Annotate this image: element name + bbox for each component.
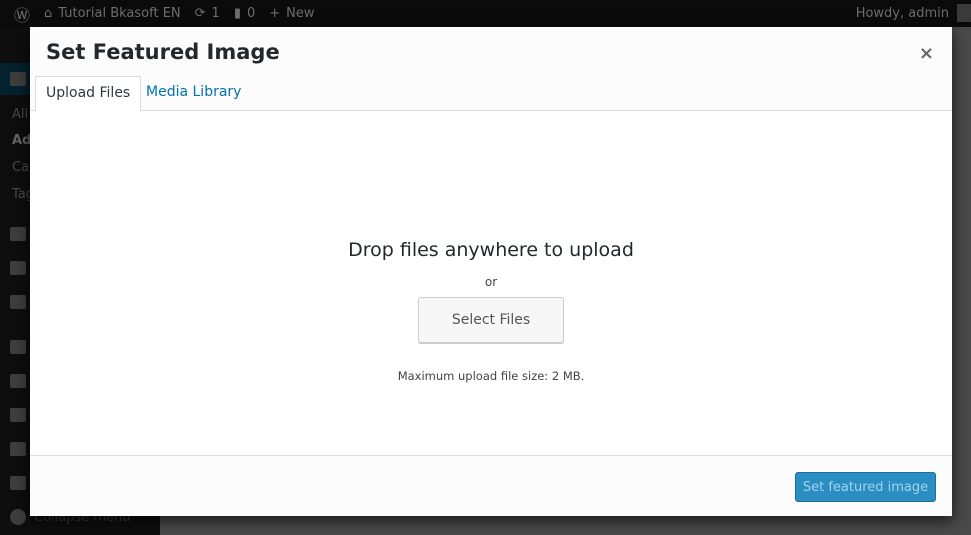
- max-upload-size: Maximum upload file size: 2 MB.: [397, 369, 585, 383]
- drop-instructions: Drop files anywhere to upload: [348, 239, 634, 261]
- tab-upload-files[interactable]: Upload Files: [35, 76, 142, 112]
- howdy-link[interactable]: Howdy, admin: [856, 6, 949, 21]
- page-content-background: [952, 27, 971, 535]
- avatar[interactable]: [957, 4, 971, 22]
- plugins-icon[interactable]: [10, 374, 26, 388]
- featured-image-modal: Set Featured Image × Upload Files Media …: [30, 27, 952, 516]
- comments-link[interactable]: ▮ 0: [234, 6, 255, 21]
- select-files-button[interactable]: Select Files: [418, 297, 564, 343]
- plus-icon: +: [269, 6, 281, 21]
- updates-link[interactable]: ⟳ 1: [195, 6, 220, 21]
- media-icon[interactable]: [10, 227, 26, 241]
- upload-drop-zone[interactable]: Drop files anywhere to upload or Select …: [30, 111, 952, 455]
- comment-icon: ▮: [233, 6, 241, 21]
- wordpress-logo-icon[interactable]: Ⓦ: [14, 2, 30, 26]
- settings-icon[interactable]: [10, 476, 26, 490]
- comments-icon[interactable]: [10, 295, 26, 309]
- home-icon: ⌂: [44, 6, 53, 21]
- new-content-link[interactable]: + New: [269, 6, 314, 21]
- tools-icon[interactable]: [10, 442, 26, 456]
- updates-icon: ⟳: [194, 6, 206, 21]
- collapse-icon: [10, 509, 26, 525]
- appearance-icon[interactable]: [10, 340, 26, 354]
- sidebar-subitem-all[interactable]: All: [12, 107, 28, 122]
- modal-title: Set Featured Image: [46, 40, 280, 64]
- close-icon[interactable]: ×: [919, 43, 934, 64]
- modal-header: Set Featured Image × Upload Files Media …: [30, 27, 952, 112]
- set-featured-image-button[interactable]: Set featured image: [795, 472, 936, 502]
- pages-icon[interactable]: [10, 261, 26, 275]
- site-name-link[interactable]: ⌂ Tutorial Bkasoft EN: [44, 6, 181, 21]
- admin-bar: Ⓦ ⌂ Tutorial Bkasoft EN ⟳ 1 ▮ 0 + New Howdy,…: [0, 0, 971, 27]
- tab-media-library[interactable]: Media Library: [136, 76, 251, 112]
- or-text: or: [484, 275, 498, 289]
- pin-icon: [10, 72, 26, 86]
- modal-footer: Set featured image: [30, 455, 952, 516]
- users-icon[interactable]: [10, 408, 26, 422]
